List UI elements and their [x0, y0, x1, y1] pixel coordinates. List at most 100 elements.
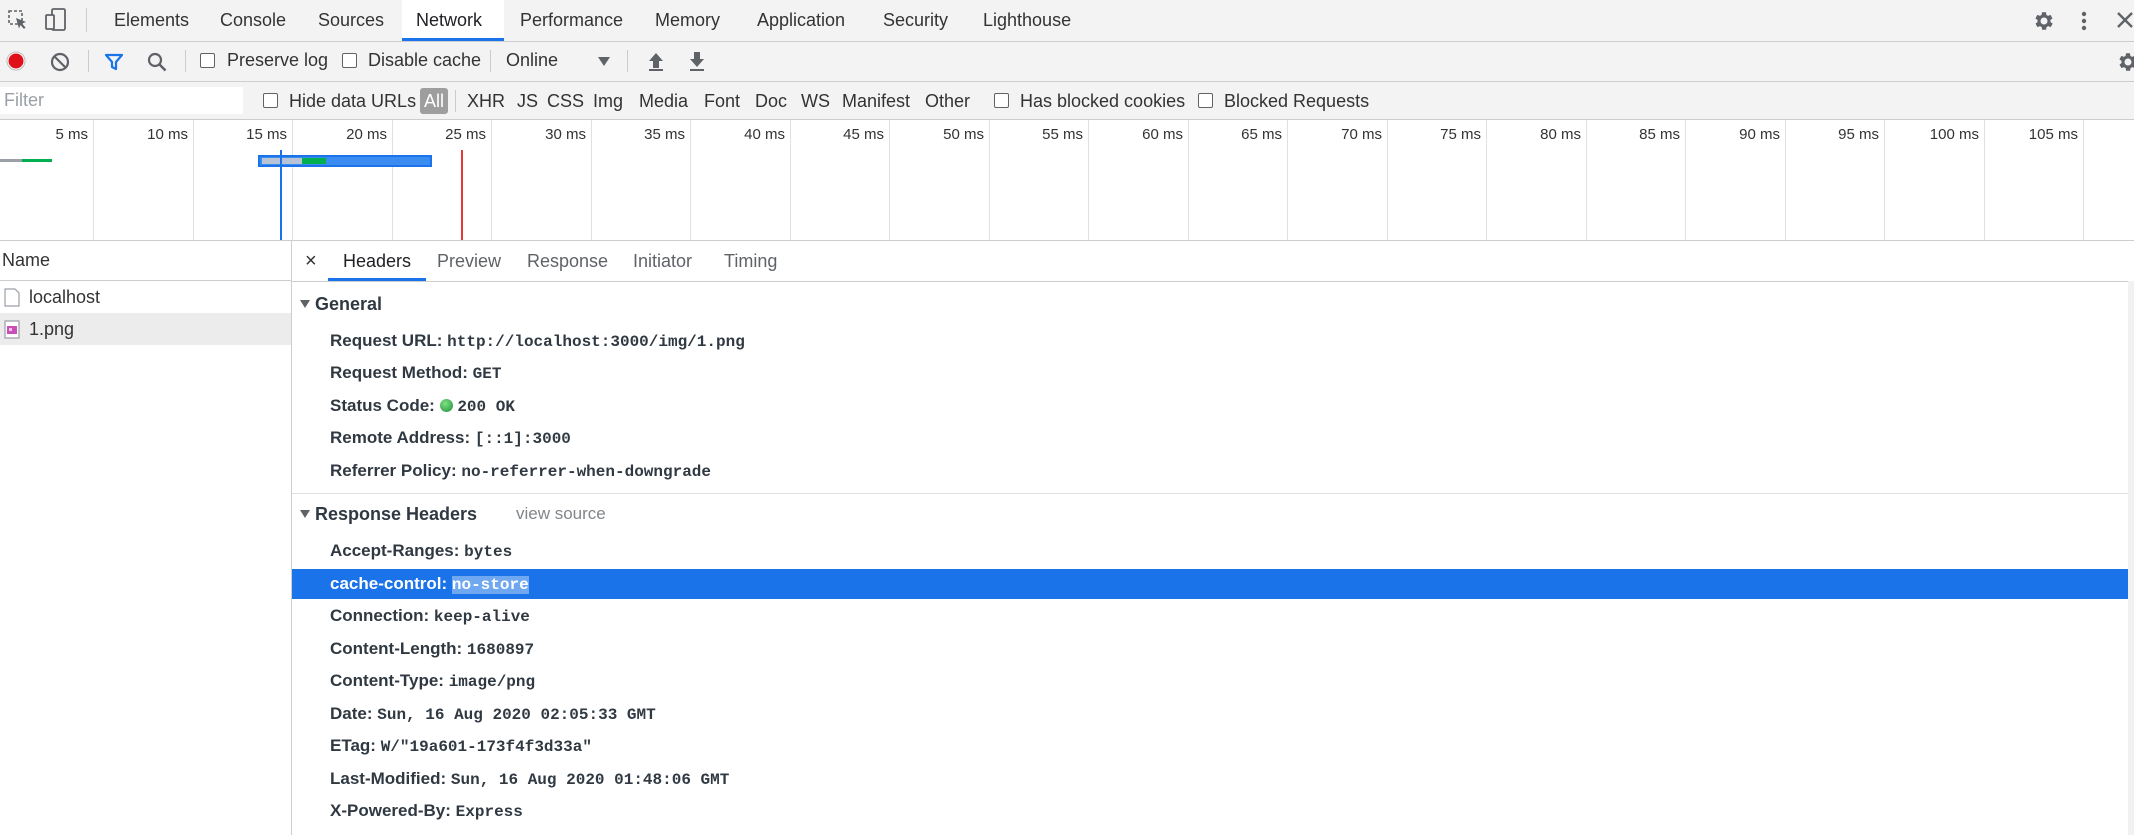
timeline-gridline [591, 120, 592, 240]
tab-memory[interactable]: Memory [641, 0, 734, 41]
record-icon[interactable] [6, 51, 26, 71]
timeline-tick-label: 70 ms [1341, 126, 1382, 143]
tab-timing[interactable]: Timing [709, 241, 792, 281]
has-blocked-cookies-label: Has blocked cookies [1020, 91, 1186, 111]
timeline-tick-label: 105 ms [2028, 126, 2078, 143]
export-har-icon[interactable] [687, 50, 707, 72]
header-key: Accept-Ranges: [330, 541, 460, 560]
tab-network[interactable]: Network [402, 0, 504, 41]
type-filter-img[interactable]: Img [593, 88, 623, 114]
timeline-gridline [193, 120, 194, 240]
header-key: Status Code: [330, 396, 435, 415]
header-row: Content-Length: 1680897 [292, 634, 2128, 664]
devtools-tab-bar: Elements Console Sources Network Perform… [0, 0, 2134, 42]
tab-console[interactable]: Console [206, 0, 300, 41]
type-filter-ws[interactable]: WS [801, 88, 830, 114]
network-settings-gear-icon[interactable] [2116, 50, 2134, 74]
timeline-gridline [790, 120, 791, 240]
tab-application[interactable]: Application [743, 0, 859, 41]
type-filter-all[interactable]: All [420, 88, 449, 114]
header-key: X-Powered-By: [330, 801, 451, 820]
timeline-gridline [889, 120, 890, 240]
header-key: Request Method: [330, 363, 468, 382]
filter-input[interactable] [0, 87, 243, 114]
timeline-tick-label: 35 ms [644, 126, 685, 143]
import-har-icon[interactable] [646, 50, 666, 72]
section-divider [292, 493, 2128, 494]
header-key: Last-Modified: [330, 769, 447, 788]
tab-security[interactable]: Security [869, 0, 962, 41]
tab-preview[interactable]: Preview [422, 241, 516, 281]
disable-cache-checkbox[interactable] [342, 53, 357, 68]
filter-separator [455, 90, 456, 112]
timeline-tick-label: 25 ms [445, 126, 486, 143]
header-value: GET [472, 365, 502, 383]
type-filter-xhr[interactable]: XHR [467, 88, 505, 114]
timeline-gridline [1088, 120, 1089, 240]
toolbar-separator [490, 50, 491, 72]
tab-elements[interactable]: Elements [100, 0, 203, 41]
type-filter-doc[interactable]: Doc [755, 88, 787, 114]
timeline-tick-label: 50 ms [943, 126, 984, 143]
tab-lighthouse[interactable]: Lighthouse [969, 0, 1085, 41]
general-section-toggle[interactable]: General [300, 294, 382, 315]
header-row: Date: Sun, 16 Aug 2020 02:05:33 GMT [292, 699, 2128, 729]
device-toolbar-icon[interactable] [45, 8, 67, 32]
timeline-tick-label: 45 ms [843, 126, 884, 143]
request-row-1-png[interactable]: 1.png [0, 313, 291, 345]
preserve-log-checkbox[interactable] [200, 53, 215, 68]
type-filter-font[interactable]: Font [704, 88, 740, 114]
clear-icon[interactable] [50, 52, 70, 72]
close-devtools-icon[interactable] [2116, 11, 2134, 29]
request-name: localhost [29, 287, 101, 307]
network-overview-timeline[interactable]: 5 ms 10 ms 15 ms 20 ms 25 ms 30 ms 35 ms 40 ms 4… [0, 120, 2134, 241]
inspect-element-icon[interactable] [7, 9, 29, 31]
throttling-select[interactable]: Online [500, 46, 616, 76]
tab-response[interactable]: Response [512, 241, 623, 281]
type-filter-media[interactable]: Media [639, 88, 688, 114]
header-value: Express [455, 803, 523, 821]
close-details-icon[interactable]: × [305, 250, 317, 273]
timeline-gridline [292, 120, 293, 240]
blocked-requests-checkbox[interactable] [1198, 93, 1213, 108]
timeline-tick-label: 80 ms [1540, 126, 1581, 143]
dom-content-loaded-line [280, 150, 282, 240]
type-filter-manifest[interactable]: Manifest [842, 88, 910, 114]
tab-headers[interactable]: Headers [328, 241, 427, 281]
timeline-gridline [1387, 120, 1388, 240]
timeline-tick-label: 40 ms [744, 126, 785, 143]
request-row-localhost[interactable]: localhost [0, 281, 291, 313]
has-blocked-cookies-checkbox[interactable] [994, 93, 1009, 108]
name-column-header[interactable]: Name [0, 241, 291, 281]
header-key: Request URL: [330, 331, 443, 350]
timeline-tick-label: 55 ms [1042, 126, 1083, 143]
tab-sources[interactable]: Sources [304, 0, 398, 41]
type-filter-other[interactable]: Other [925, 88, 970, 114]
view-source-link[interactable]: view source [516, 504, 606, 524]
request-list: Name localhost 1.png [0, 241, 292, 835]
header-row: Referrer Policy: no-referrer-when-downgr… [292, 456, 2128, 486]
search-icon[interactable] [147, 52, 167, 72]
settings-gear-icon[interactable] [2032, 9, 2056, 33]
timeline-tick-label: 5 ms [55, 126, 88, 143]
type-filter-js[interactable]: JS [517, 88, 538, 114]
timeline-gridline [2083, 120, 2084, 240]
type-filter-css[interactable]: CSS [547, 88, 584, 114]
hide-data-urls-checkbox[interactable] [263, 93, 278, 108]
tab-performance[interactable]: Performance [506, 0, 637, 41]
timeline-tick-label: 30 ms [545, 126, 586, 143]
timeline-bar-localhost-download [22, 159, 52, 162]
filter-icon[interactable] [104, 52, 124, 72]
timeline-gridline [1785, 120, 1786, 240]
tab-initiator[interactable]: Initiator [618, 241, 707, 281]
hide-data-urls-label: Hide data URLs [289, 91, 417, 111]
expanded-caret-icon [300, 510, 310, 518]
details-scrollbar[interactable] [2128, 281, 2134, 835]
blocked-requests-label: Blocked Requests [1224, 91, 1370, 111]
header-key: Content-Length: [330, 639, 463, 658]
header-value: [::1]:3000 [474, 430, 571, 448]
header-value: keep-alive [433, 608, 530, 626]
header-row: Status Code: 200 OK [292, 391, 2128, 421]
response-headers-section-toggle[interactable]: Response Headers [300, 504, 477, 525]
more-options-icon[interactable] [2080, 9, 2088, 33]
